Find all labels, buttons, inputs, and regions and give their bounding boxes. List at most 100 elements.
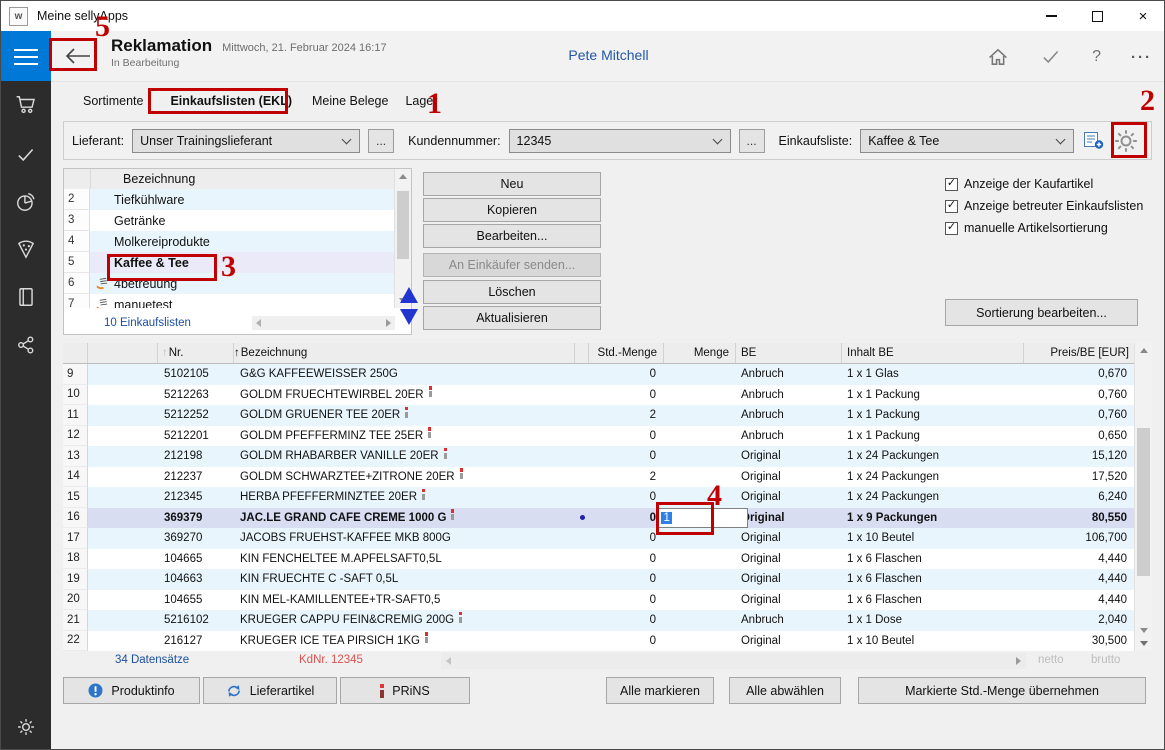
- cart-icon[interactable]: [15, 94, 37, 116]
- page-title: Reklamation: [111, 36, 212, 56]
- checkbox-option[interactable]: ✓ Anzeige der Kaufartikel: [945, 173, 1155, 195]
- checkbox[interactable]: ✓: [945, 222, 958, 235]
- info-icon: [422, 489, 425, 500]
- column-preis-be[interactable]: Preis/BE [EUR]: [1024, 343, 1135, 363]
- table-row[interactable]: 21 5216102 KRUEGER CAPPU FEIN&CREMIG 200…: [63, 610, 1152, 631]
- action-button[interactable]: Löschen: [423, 280, 601, 304]
- scrollbar-thumb[interactable]: [1137, 428, 1150, 576]
- table-row[interactable]: 18 104665 KIN FENCHELTEE M.APFELSAFT0,5L…: [63, 549, 1152, 570]
- pie-chart-icon[interactable]: [15, 191, 37, 213]
- changed-dot-icon: [580, 515, 585, 520]
- close-button[interactable]: ×: [1120, 1, 1165, 31]
- action-button[interactable]: An Einkäufer senden...: [423, 253, 601, 277]
- scrollbar-thumb[interactable]: [397, 191, 409, 259]
- sidebar: [1, 31, 51, 750]
- lieferant-select[interactable]: Unser Trainingslieferant: [132, 129, 360, 153]
- action-button[interactable]: Kopieren: [423, 198, 601, 222]
- tab[interactable]: Sortimente: [83, 94, 143, 108]
- home-icon[interactable]: [986, 45, 1010, 69]
- column-be[interactable]: BE: [736, 343, 842, 363]
- action-button[interactable]: Neu: [423, 172, 601, 196]
- swap-arrows-icon: [226, 683, 242, 699]
- maximize-icon: [1092, 11, 1103, 22]
- lieferant-label: Lieferant:: [72, 134, 124, 148]
- info-icon: [429, 386, 432, 397]
- prins-button[interactable]: PRiNS: [340, 677, 470, 704]
- checkbox-option[interactable]: ✓ Anzeige betreuter Einkaufslisten: [945, 195, 1155, 217]
- list-horizontal-scrollbar[interactable]: [252, 316, 395, 330]
- column-std-menge[interactable]: Std.-Menge: [589, 343, 664, 363]
- chevron-down-icon: [712, 134, 722, 144]
- annotation-number-3: 3: [221, 252, 236, 282]
- scroll-left-icon: [446, 657, 451, 665]
- table-row[interactable]: 12 5212201 GOLDM PFEFFERMINZ TEE 25ER 0 …: [63, 426, 1152, 447]
- move-up-button[interactable]: [400, 287, 418, 303]
- list-item[interactable]: 7 manuetest: [64, 294, 395, 308]
- lieferartikel-button[interactable]: Lieferartikel: [203, 677, 337, 704]
- action-button[interactable]: Aktualisieren: [423, 306, 601, 330]
- scroll-right-icon: [386, 319, 391, 327]
- table-row[interactable]: 10 5212263 GOLDM FRUECHTEWIRBEL 20ER 0 A…: [63, 385, 1152, 406]
- produktinfo-button[interactable]: Produktinfo: [63, 677, 200, 704]
- list-item[interactable]: 4 Molkereiprodukte: [64, 231, 395, 252]
- alle-abwaehlen-button[interactable]: Alle abwählen: [729, 677, 841, 704]
- checkmark-icon: ✓: [947, 200, 956, 211]
- list-item[interactable]: 3 Getränke: [64, 210, 395, 231]
- tab[interactable]: Meine Belege: [312, 94, 388, 108]
- window-controls: ×: [1028, 1, 1165, 31]
- table-row[interactable]: 9 5102105 G&G KAFFEEWEISSER 250G 0 Anbru…: [63, 364, 1152, 385]
- help-icon[interactable]: ?: [1092, 48, 1101, 66]
- table-row[interactable]: 11 5212252 GOLDM GRUENER TEE 20ER 2 Anbr…: [63, 405, 1152, 426]
- checkbox-option[interactable]: ✓ manuelle Artikelsortierung: [945, 217, 1155, 239]
- checkbox[interactable]: ✓: [945, 200, 958, 213]
- book-icon[interactable]: [15, 286, 37, 308]
- annotation-box-1: [148, 88, 288, 114]
- move-down-button[interactable]: [400, 309, 418, 325]
- table-row[interactable]: 15 212345 HERBA PFEFFERMINZTEE 20ER 0 Or…: [63, 487, 1152, 508]
- column-bezeichnung[interactable]: ↑Bezeichnung: [234, 343, 575, 363]
- table-row[interactable]: 13 212198 GOLDM RHABARBER VANILLE 20ER 0…: [63, 446, 1152, 467]
- sortierung-bearbeiten-button[interactable]: Sortierung bearbeiten...: [945, 299, 1138, 326]
- menu-button[interactable]: [1, 31, 51, 81]
- annotation-box-5: [49, 38, 97, 71]
- table-row[interactable]: 19 104663 KIN FRUECHTE C -SAFT 0,5L 0 Or…: [63, 569, 1152, 590]
- netto-toggle[interactable]: netto: [1038, 654, 1064, 666]
- list-item[interactable]: 2 Tiefkühlware: [64, 189, 395, 210]
- brutto-toggle[interactable]: brutto: [1091, 654, 1120, 666]
- table-row[interactable]: 22 216127 KRUEGER ICE TEA PIRSICH 1KG 0 …: [63, 631, 1152, 652]
- info-icon: [428, 427, 431, 438]
- kundennummer-browse-button[interactable]: ...: [739, 129, 765, 153]
- check-icon[interactable]: [15, 144, 37, 166]
- confirm-check-icon[interactable]: [1040, 46, 1062, 68]
- list-column-header[interactable]: Bezeichnung: [91, 172, 195, 186]
- maximize-button[interactable]: [1074, 1, 1120, 31]
- lieferant-browse-button[interactable]: ...: [368, 129, 394, 153]
- column-inhalt-be[interactable]: Inhalt BE: [842, 343, 1024, 363]
- alle-markieren-button[interactable]: Alle markieren: [606, 677, 714, 704]
- pizza-icon[interactable]: [15, 238, 37, 260]
- table-row[interactable]: 16 369379 JAC.LE GRAND CAFE CREME 1000 G…: [63, 508, 1152, 529]
- kundennummer-select[interactable]: 12345: [509, 129, 731, 153]
- info-circle-icon: [88, 683, 103, 698]
- more-options-icon[interactable]: ···: [1131, 49, 1152, 66]
- einkaufsliste-select[interactable]: Kaffee & Tee: [860, 129, 1074, 153]
- list-action-buttons: Neu Kopieren Bearbeiten... An Einkäufer …: [423, 172, 601, 332]
- table-row[interactable]: 20 104655 KIN MEL-KAMILLENTEE+TR-SAFT0,5…: [63, 590, 1152, 611]
- std-menge-uebernehmen-button[interactable]: Markierte Std.-Menge übernehmen: [858, 677, 1146, 704]
- annotation-box-4: [656, 502, 714, 535]
- table-row[interactable]: 14 212237 GOLDM SCHWARZTEE+ZITRONE 20ER …: [63, 467, 1152, 488]
- chevron-down-icon: [342, 134, 352, 144]
- column-menge[interactable]: Menge: [664, 343, 736, 363]
- checkbox[interactable]: ✓: [945, 178, 958, 191]
- settings-gear-icon[interactable]: [15, 716, 37, 738]
- column-nr[interactable]: ↑Nr.: [158, 343, 234, 363]
- new-list-icon[interactable]: [1083, 131, 1104, 150]
- share-icon[interactable]: [15, 334, 37, 356]
- checkmark-icon: ✓: [947, 178, 956, 189]
- table-horizontal-scrollbar[interactable]: [441, 653, 1026, 669]
- table-row[interactable]: 17 369270 JACOBS FRUEHST-KAFFEE MKB 800G…: [63, 528, 1152, 549]
- sort-ascending-icon: ↑: [234, 347, 240, 359]
- table-vertical-scrollbar[interactable]: [1134, 343, 1152, 651]
- action-button[interactable]: Bearbeiten...: [423, 224, 601, 248]
- minimize-button[interactable]: [1028, 1, 1074, 31]
